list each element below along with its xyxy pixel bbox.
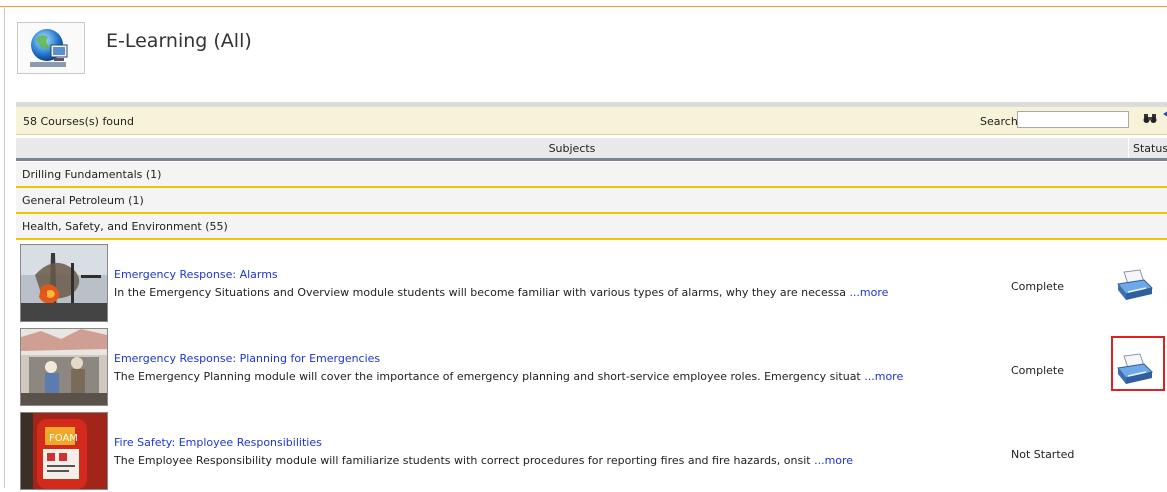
category-row-hse[interactable]: Health, Safety, and Environment (55) xyxy=(16,214,1167,240)
course-row: Emergency Response: Alarms In the Emerge… xyxy=(16,242,1167,324)
search-input[interactable] xyxy=(1017,111,1129,128)
category-row-general-petroleum[interactable]: General Petroleum (1) xyxy=(16,188,1167,214)
category-row-drilling[interactable]: Drilling Fundamentals (1) xyxy=(16,162,1167,188)
top-border xyxy=(0,6,1167,7)
column-divider xyxy=(1128,138,1129,158)
page-title: E-Learning (All) xyxy=(106,30,252,52)
course-status: Complete xyxy=(1011,280,1065,293)
subjects-column-header[interactable]: Subjects xyxy=(16,142,1128,155)
results-toolbar: 58 Courses(s) found Search: xyxy=(16,107,1167,135)
search-label: Search: xyxy=(980,115,1022,128)
results-count: 58 Courses(s) found xyxy=(23,115,134,128)
course-description: The Emergency Planning module will cover… xyxy=(114,370,903,383)
svg-text:FOAM: FOAM xyxy=(49,433,78,444)
elearning-globe-icon xyxy=(17,22,85,74)
course-title-link[interactable]: Emergency Response: Planning for Emergen… xyxy=(114,352,380,365)
status-column-header[interactable]: Status xyxy=(1133,142,1167,155)
category-label: Drilling Fundamentals (1) xyxy=(22,168,162,181)
course-row: Emergency Response: Planning for Emergen… xyxy=(16,326,1167,408)
course-description: The Employee Responsibility module will … xyxy=(114,454,853,467)
course-description-text: The Emergency Planning module will cover… xyxy=(114,370,865,383)
more-link[interactable]: ...more xyxy=(814,454,853,467)
left-border xyxy=(4,6,5,488)
course-title-link[interactable]: Fire Safety: Employee Responsibilities xyxy=(114,436,322,449)
more-link[interactable]: ...more xyxy=(864,370,903,383)
course-description-text: The Employee Responsibility module will … xyxy=(114,454,815,467)
highlight-box xyxy=(1111,336,1165,391)
undo-reset-icon[interactable] xyxy=(1162,111,1167,126)
page-header: E-Learning (All) xyxy=(10,22,1160,78)
table-header: Subjects Status xyxy=(16,138,1167,161)
course-thumbnail[interactable] xyxy=(20,328,108,406)
course-title-link[interactable]: Emergency Response: Alarms xyxy=(114,268,278,281)
binoculars-search-icon[interactable] xyxy=(1143,113,1157,127)
course-status: Not Started xyxy=(1011,448,1075,461)
more-link[interactable]: ...more xyxy=(849,286,888,299)
course-thumbnail[interactable]: FOAM xyxy=(20,412,108,490)
course-description: In the Emergency Situations and Overview… xyxy=(114,286,888,299)
course-description-text: In the Emergency Situations and Overview… xyxy=(114,286,850,299)
printer-icon[interactable] xyxy=(1114,268,1154,305)
category-label: General Petroleum (1) xyxy=(22,194,144,207)
course-row: FOAM Fire Safety: Employee Responsibilit… xyxy=(16,410,1167,492)
course-thumbnail[interactable] xyxy=(20,244,108,322)
category-label: Health, Safety, and Environment (55) xyxy=(22,220,228,233)
